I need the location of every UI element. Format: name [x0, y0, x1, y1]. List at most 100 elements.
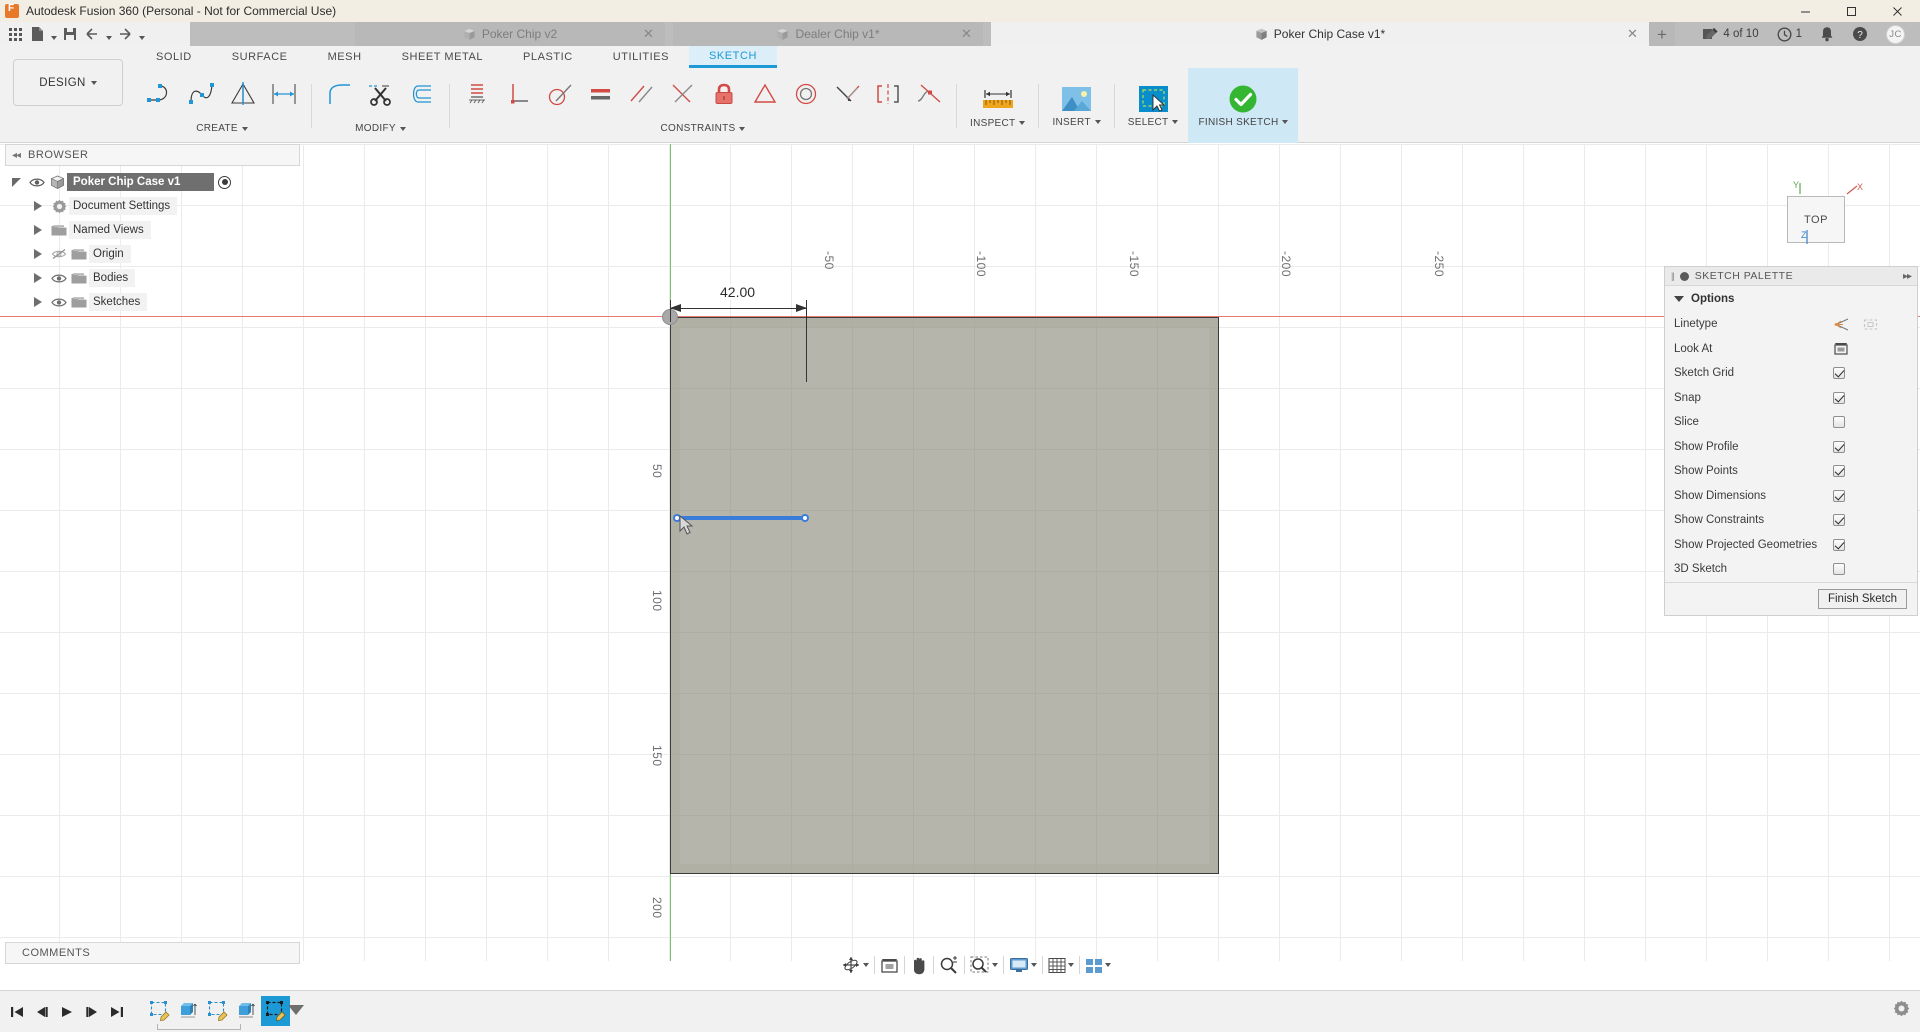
nav-display-settings-button[interactable] — [1004, 952, 1042, 978]
sketch-line-icon[interactable] — [140, 72, 181, 116]
undo-caret-icon[interactable] — [103, 23, 114, 45]
new-document-icon[interactable] — [26, 23, 48, 45]
trim-scissors-icon[interactable] — [360, 72, 401, 116]
visibility-toggle[interactable] — [49, 297, 69, 308]
constraint-collinear-icon[interactable] — [826, 72, 867, 116]
ribbon-panel-create-label[interactable]: CREATE — [136, 120, 308, 137]
ribbon-button-insert[interactable]: INSERT — [1042, 68, 1110, 143]
ribbon-panel-modify-label[interactable]: MODIFY — [315, 120, 446, 137]
maximize-button[interactable] — [1828, 0, 1874, 22]
document-tab-close-icon[interactable]: ✕ — [960, 27, 973, 40]
linetype-construction-icon[interactable] — [1833, 317, 1850, 332]
constraint-parallel-icon[interactable] — [621, 72, 662, 116]
look-at-icon[interactable] — [1833, 341, 1849, 356]
comments-panel-header[interactable]: COMMENTS — [5, 942, 300, 964]
document-tab-close-icon[interactable]: ✕ — [1626, 27, 1639, 40]
show-points-checkbox[interactable] — [1833, 465, 1845, 478]
dimension-value[interactable]: 42.00 — [716, 284, 760, 300]
slice-checkbox[interactable] — [1833, 416, 1845, 429]
notifications-button[interactable] — [1811, 22, 1843, 46]
timeline-item-extrude-2[interactable] — [232, 996, 261, 1026]
jobs-status[interactable]: 4 of 10 — [1693, 22, 1767, 46]
ribbon-tab-solid[interactable]: SOLID — [136, 46, 212, 68]
timeline-item-sketch-2[interactable] — [203, 996, 232, 1026]
constraint-perpendicular-icon[interactable] — [498, 72, 539, 116]
ribbon-button-finish-sketch[interactable]: FINISH SKETCH — [1188, 68, 1299, 143]
constraint-symmetry-icon[interactable] — [867, 72, 908, 116]
tree-expand-toggle[interactable] — [27, 297, 49, 307]
palette-collapse-icon[interactable] — [1679, 271, 1689, 281]
constraint-curvature-icon[interactable] — [908, 72, 949, 116]
spline-icon[interactable] — [181, 72, 222, 116]
nav-look-at-button[interactable] — [875, 952, 904, 978]
timeline-item-extrude-1[interactable] — [174, 996, 203, 1026]
constraint-tangent-icon[interactable] — [539, 72, 580, 116]
settings-button[interactable] — [1893, 1000, 1910, 1022]
chevron-down-icon[interactable] — [992, 963, 998, 967]
redo-icon[interactable] — [114, 23, 136, 45]
redo-caret-icon[interactable] — [136, 23, 147, 45]
go-to-end-icon[interactable] — [104, 999, 129, 1024]
tree-expand-toggle[interactable] — [5, 177, 27, 187]
visibility-toggle[interactable] — [49, 248, 69, 260]
ribbon-tab-mesh[interactable]: MESH — [308, 46, 382, 68]
user-account-button[interactable]: JC — [1877, 22, 1914, 46]
tree-node-document-settings[interactable]: Document Settings — [5, 194, 305, 218]
tree-node-named-views[interactable]: Named Views — [5, 218, 305, 242]
snap-checkbox[interactable] — [1833, 391, 1845, 404]
step-forward-icon[interactable] — [79, 999, 104, 1024]
tree-expand-toggle[interactable] — [27, 249, 49, 259]
undo-icon[interactable] — [81, 23, 103, 45]
chevron-down-icon[interactable] — [863, 963, 869, 967]
show-projected-geometries-checkbox[interactable] — [1833, 538, 1845, 551]
document-tab-poker-chip-v2[interactable]: Poker Chip v2 ✕ — [355, 22, 665, 46]
show-dimensions-checkbox[interactable] — [1833, 489, 1845, 502]
recent-activity[interactable]: 1 — [1768, 22, 1811, 46]
new-document-caret-icon[interactable] — [48, 23, 59, 45]
constraint-equal-icon[interactable] — [744, 72, 785, 116]
palette-grip-icon[interactable]: || — [1671, 271, 1675, 281]
show-constraints-checkbox[interactable] — [1833, 514, 1845, 527]
tree-node-sketches[interactable]: Sketches — [5, 290, 305, 314]
nav-zoom-button[interactable] — [934, 952, 964, 978]
constraint-fix-icon[interactable] — [457, 72, 498, 116]
ribbon-tab-utilities[interactable]: UTILITIES — [593, 46, 689, 68]
nav-zoom-window-button[interactable] — [965, 952, 1003, 978]
fillet-icon[interactable] — [319, 72, 360, 116]
close-button[interactable] — [1874, 0, 1920, 22]
document-tab-dealer-chip-v1[interactable]: Dealer Chip v1* ✕ — [673, 22, 983, 46]
ribbon-tab-surface[interactable]: SURFACE — [212, 46, 308, 68]
ribbon-panel-constraints-label[interactable]: CONSTRAINTS — [453, 120, 953, 137]
tree-expand-toggle[interactable] — [27, 273, 49, 283]
constraint-fix-lock-icon[interactable] — [703, 72, 744, 116]
ribbon-button-select[interactable]: SELECT — [1118, 68, 1189, 143]
ribbon-button-inspect[interactable]: INSPECT — [960, 68, 1035, 143]
chevron-down-icon[interactable] — [1105, 963, 1111, 967]
step-back-icon[interactable] — [29, 999, 54, 1024]
chevron-down-icon[interactable] — [1068, 963, 1074, 967]
tree-node-bodies[interactable]: Bodies — [5, 266, 305, 290]
ribbon-tab-sheet-metal[interactable]: SHEET METAL — [382, 46, 503, 68]
activate-component-radio[interactable] — [218, 175, 232, 189]
mirror-icon[interactable] — [222, 72, 263, 116]
collapse-left-icon[interactable]: ◂◂ — [12, 150, 21, 161]
document-tab-poker-chip-case-v1[interactable]: Poker Chip Case v1* ✕ — [991, 22, 1649, 46]
chevron-down-icon[interactable] — [1031, 963, 1037, 967]
timeline-item-sketch-3-selected[interactable] — [261, 996, 290, 1026]
show-profile-checkbox[interactable] — [1833, 440, 1845, 453]
three-d-sketch-checkbox[interactable] — [1833, 563, 1845, 576]
finish-sketch-button[interactable]: Finish Sketch — [1817, 588, 1907, 609]
constraint-concentric-icon[interactable] — [785, 72, 826, 116]
sketch-grid-checkbox[interactable] — [1833, 367, 1845, 380]
palette-section-options[interactable]: Options — [1665, 286, 1917, 312]
save-icon[interactable] — [59, 23, 81, 45]
sketch-dimension-icon[interactable] — [263, 72, 304, 116]
constraint-midpoint-icon[interactable] — [662, 72, 703, 116]
visibility-toggle[interactable] — [27, 177, 47, 188]
go-to-beginning-icon[interactable] — [4, 999, 29, 1024]
tree-expand-toggle[interactable] — [27, 225, 49, 235]
nav-orbit-button[interactable] — [836, 952, 874, 978]
constraint-horizontal-vertical-icon[interactable] — [580, 72, 621, 116]
view-cube[interactable]: TOP Y X Z — [1765, 172, 1875, 267]
document-tab-close-icon[interactable]: ✕ — [642, 27, 655, 40]
